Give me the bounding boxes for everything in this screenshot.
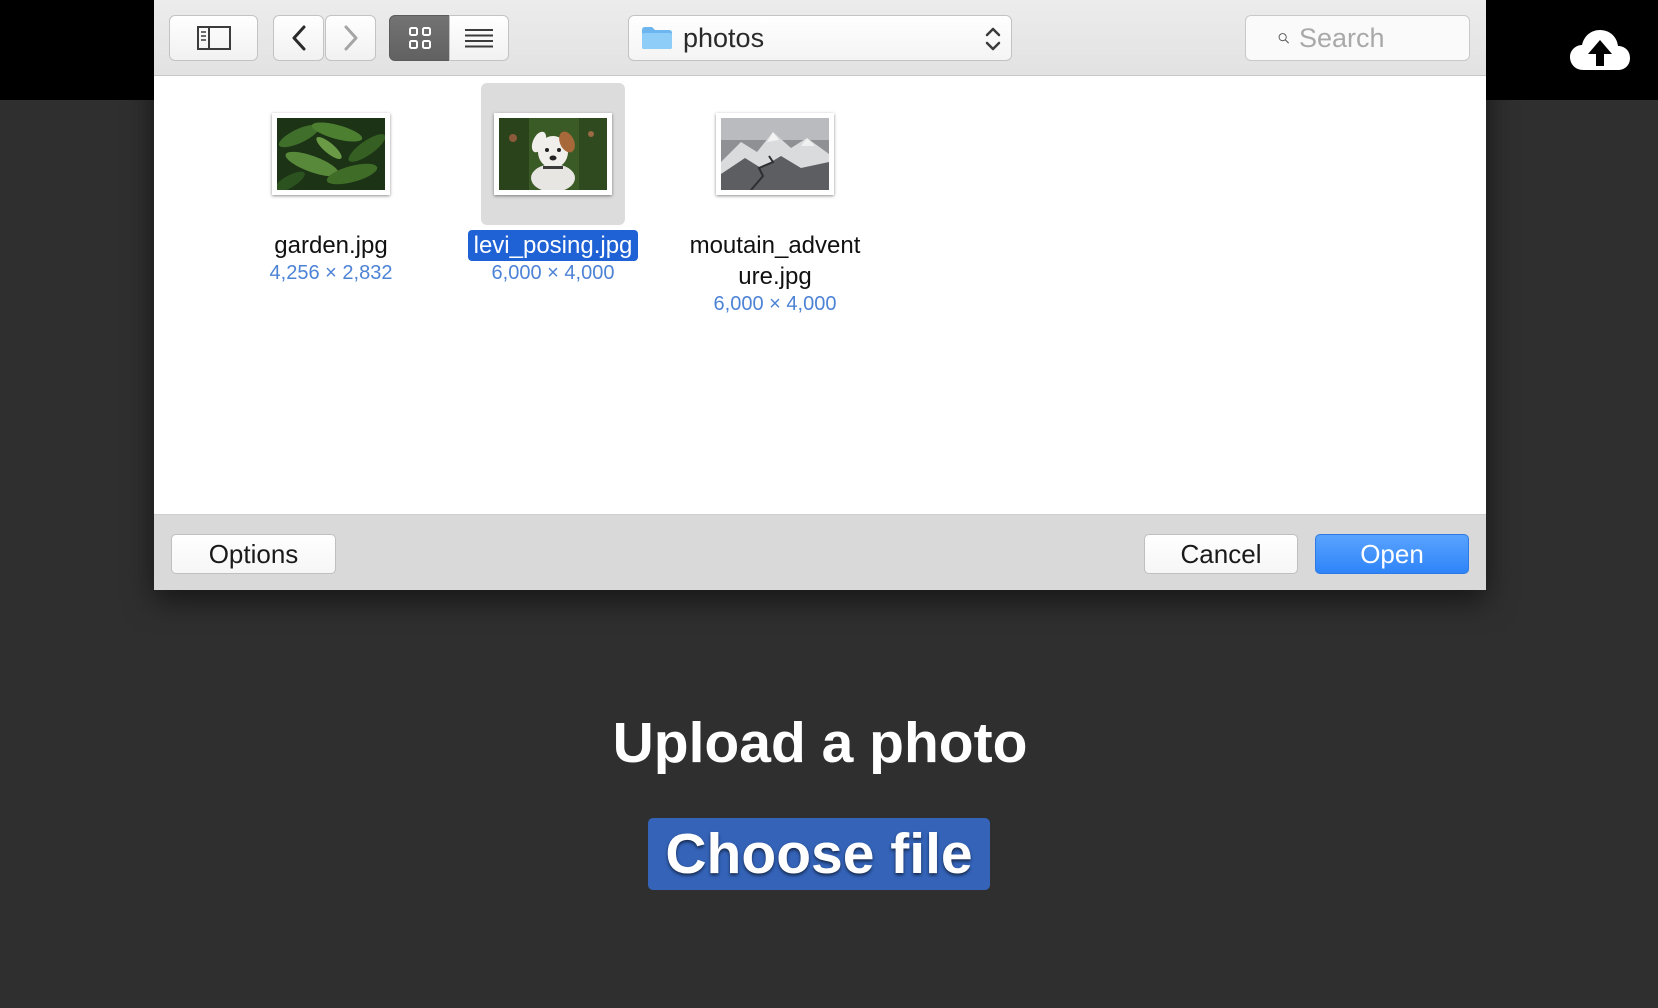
file-name: garden.jpg [274, 232, 388, 259]
options-button[interactable]: Options [171, 534, 336, 574]
grid-view-icon [408, 27, 431, 49]
mountain-image [721, 118, 829, 190]
file-browser: garden.jpg 4,256 × 2,832 levi_posing.jpg… [154, 77, 1486, 514]
file-dimensions: 6,000 × 4,000 [491, 262, 615, 284]
cancel-button[interactable]: Cancel [1144, 534, 1298, 574]
dialog-toolbar: photos [154, 0, 1486, 76]
back-button[interactable] [273, 15, 324, 61]
location-dropdown[interactable]: photos [628, 15, 1012, 61]
search-input[interactable] [1299, 22, 1469, 54]
search-icon [1278, 33, 1289, 44]
file-thumbnail [272, 113, 390, 195]
file-thumbnail [716, 113, 834, 195]
dialog-footer: Options Cancel Open [154, 514, 1486, 590]
open-button[interactable]: Open [1315, 534, 1469, 574]
cloud-upload-icon [1570, 30, 1630, 70]
list-view-icon [465, 29, 493, 48]
thumbnail-frame [481, 83, 625, 225]
dog-image [499, 118, 607, 190]
forward-button[interactable] [325, 15, 376, 61]
file-open-dialog: photos Search garden.jpg 4,256 × 2,832 l… [154, 0, 1486, 590]
sidebar-toggle-button[interactable] [169, 15, 258, 61]
file-name: moutain_adventure.jpg [689, 232, 861, 290]
location-label: photos [683, 22, 765, 53]
search-field[interactable] [1245, 15, 1470, 61]
file-dimensions: 4,256 × 2,832 [269, 262, 393, 284]
icon-view-button[interactable] [389, 15, 450, 61]
chevron-left-icon [292, 25, 305, 51]
file-dimensions: 6,000 × 4,000 [713, 293, 837, 315]
chevron-right-icon [344, 25, 357, 51]
thumbnail-frame [703, 83, 847, 225]
file-item-garden[interactable]: garden.jpg 4,256 × 2,832 [236, 83, 426, 285]
list-view-button[interactable] [449, 15, 509, 61]
sidebar-icon [196, 26, 231, 50]
upload-cloud-button[interactable] [1562, 22, 1638, 78]
file-name: levi_posing.jpg [467, 230, 639, 261]
fern-image [277, 118, 385, 190]
choose-file-button[interactable]: Choose file [648, 818, 990, 890]
file-item-levi-posing[interactable]: levi_posing.jpg 6,000 × 4,000 [458, 83, 648, 285]
file-item-moutain-adventure[interactable]: moutain_adventure.jpg 6,000 × 4,000 [680, 83, 870, 316]
upload-heading: Upload a photo [612, 711, 1028, 775]
file-thumbnail [494, 113, 612, 195]
thumbnail-frame [259, 83, 403, 225]
up-down-chevron-icon [985, 27, 1001, 51]
folder-icon [642, 27, 672, 49]
